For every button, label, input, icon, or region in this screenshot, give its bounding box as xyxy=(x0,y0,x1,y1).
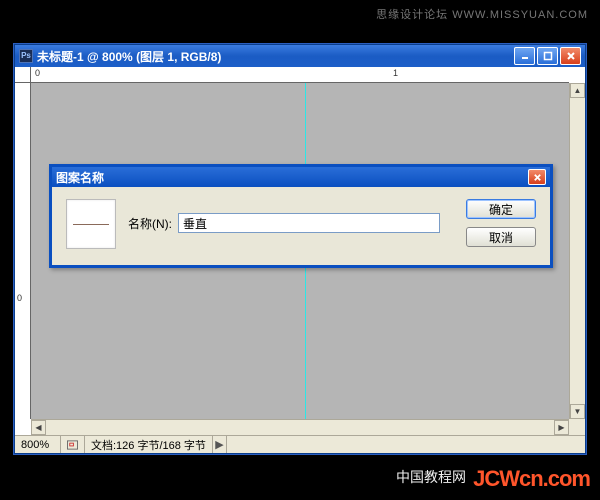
close-button[interactable] xyxy=(560,47,581,65)
statusbar: 800% 文档:126 字节/168 字节 ▶ xyxy=(15,435,585,453)
ruler-origin[interactable] xyxy=(15,67,31,83)
navigator-icon[interactable] xyxy=(61,436,85,453)
ok-button[interactable]: 确定 xyxy=(466,199,536,219)
watermark-bottom: 中国教程网 JCWcn.com xyxy=(396,466,590,492)
ruler-v-tick-0: 0 xyxy=(17,293,22,303)
scroll-down-icon[interactable]: ▼ xyxy=(570,404,585,419)
watermark-en: JCWcn.com xyxy=(473,466,590,491)
zoom-field[interactable]: 800% xyxy=(15,436,61,453)
ruler-vertical[interactable]: 0 xyxy=(15,83,31,419)
window-title: 未标题-1 @ 800% (图层 1, RGB/8) xyxy=(37,48,514,65)
doc-info: 文档:126 字节/168 字节 xyxy=(85,436,213,453)
scrollbar-vertical[interactable]: ▲ ▼ xyxy=(569,83,585,419)
scroll-left-icon[interactable]: ◀ xyxy=(31,420,46,435)
watermark-cn: 中国教程网 xyxy=(396,469,466,485)
pattern-preview xyxy=(66,199,116,249)
maximize-button[interactable] xyxy=(537,47,558,65)
name-label: 名称(N): xyxy=(128,215,172,232)
dialog-body: 名称(N): 确定 取消 xyxy=(52,187,550,265)
window-controls xyxy=(514,47,581,65)
dialog-title: 图案名称 xyxy=(56,169,528,186)
name-row: 名称(N): xyxy=(128,213,440,233)
watermark-top: 思缘设计论坛 WWW.MISSYUAN.COM xyxy=(376,6,588,22)
ruler-h-tick-0: 0 xyxy=(35,68,40,78)
dialog-close-button[interactable] xyxy=(528,169,546,185)
scroll-right-icon[interactable]: ▶ xyxy=(554,420,569,435)
scrollbar-corner xyxy=(569,419,585,435)
scroll-up-icon[interactable]: ▲ xyxy=(570,83,585,98)
name-input[interactable] xyxy=(178,213,440,233)
dialog-titlebar[interactable]: 图案名称 xyxy=(52,167,550,187)
minimize-button[interactable] xyxy=(514,47,535,65)
ruler-h-tick-1: 1 xyxy=(393,68,398,78)
cancel-button[interactable]: 取消 xyxy=(466,227,536,247)
ruler-horizontal[interactable]: 0 1 xyxy=(31,67,569,83)
app-icon: Ps xyxy=(19,49,33,63)
pattern-name-dialog: 图案名称 名称(N): 确定 取消 xyxy=(49,164,553,268)
titlebar[interactable]: Ps 未标题-1 @ 800% (图层 1, RGB/8) xyxy=(15,45,585,67)
dialog-buttons: 确定 取消 xyxy=(466,199,536,247)
scrollbar-horizontal[interactable]: ◀ ▶ xyxy=(31,419,569,435)
docinfo-menu-icon[interactable]: ▶ xyxy=(213,436,227,453)
